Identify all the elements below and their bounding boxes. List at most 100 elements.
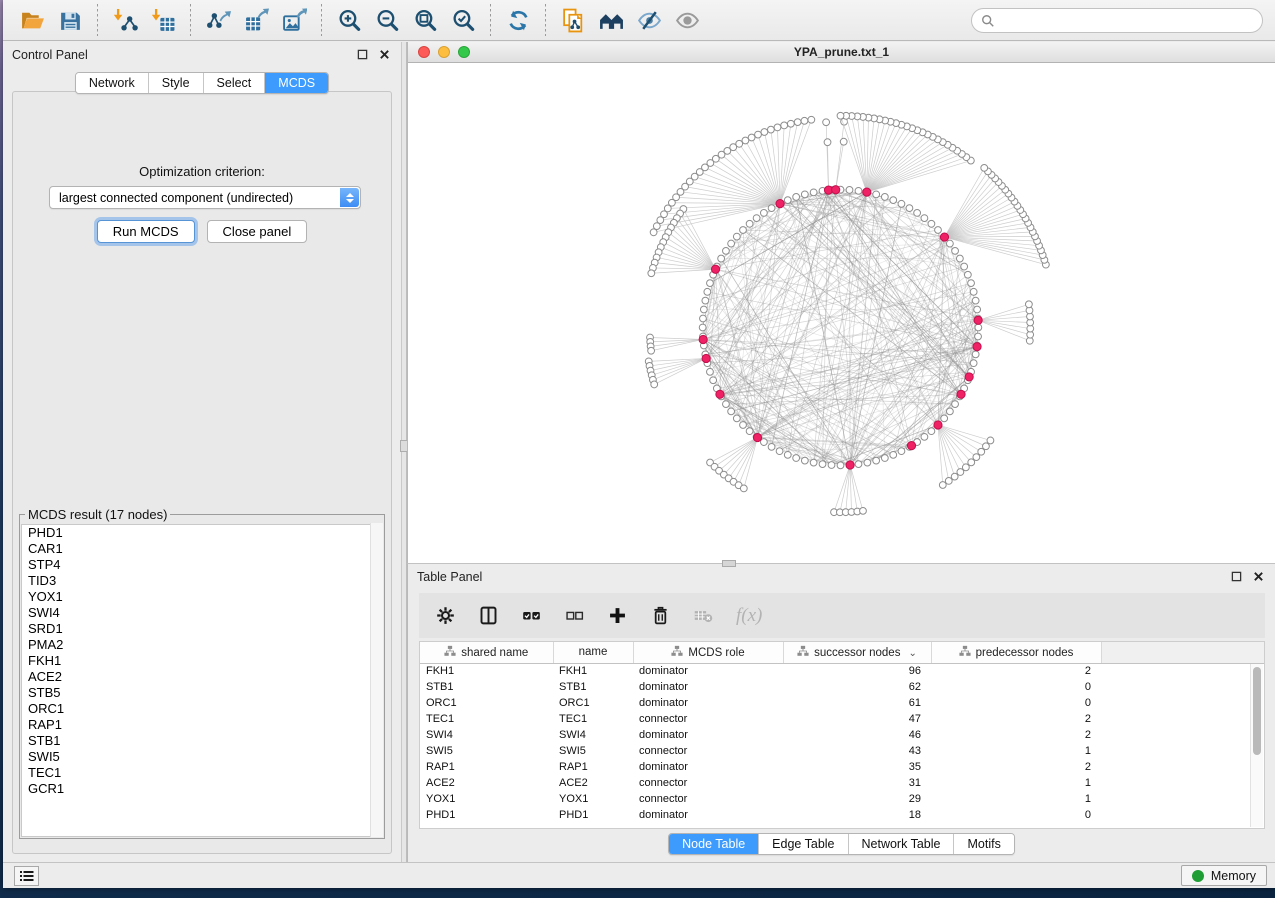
network-node[interactable] — [981, 164, 988, 171]
network-node[interactable] — [983, 443, 990, 450]
mcds-hub-node[interactable] — [716, 390, 724, 398]
mcds-result-item[interactable]: STB1 — [22, 733, 382, 749]
network-node[interactable] — [946, 408, 953, 415]
close-table-panel-icon[interactable] — [1251, 569, 1266, 584]
network-node[interactable] — [810, 459, 817, 466]
network-window-titlebar[interactable]: YPA_prune.txt_1 — [408, 42, 1275, 63]
mcds-result-item[interactable]: TID3 — [22, 573, 382, 589]
network-node[interactable] — [733, 233, 740, 240]
table-cell[interactable]: YOX1 — [553, 791, 633, 807]
import-network-button[interactable] — [106, 3, 144, 37]
mcds-result-item[interactable]: ACE2 — [22, 669, 382, 685]
tab-node-table[interactable]: Node Table — [669, 834, 759, 854]
table-cell[interactable]: 18 — [783, 807, 931, 823]
close-panel-icon[interactable] — [377, 47, 392, 62]
network-node[interactable] — [946, 240, 953, 247]
network-node[interactable] — [945, 478, 952, 485]
network-node[interactable] — [864, 459, 871, 466]
network-node[interactable] — [755, 131, 762, 138]
network-node[interactable] — [740, 485, 747, 492]
network-node[interactable] — [968, 280, 975, 287]
table-cell[interactable]: connector — [633, 791, 783, 807]
mcds-list-scrollbar[interactable] — [370, 523, 383, 837]
network-node[interactable] — [970, 360, 977, 367]
tab-network-table[interactable]: Network Table — [849, 834, 955, 854]
table-cell[interactable]: PHD1 — [553, 807, 633, 823]
network-node[interactable] — [906, 205, 913, 212]
zoom-out-button[interactable] — [368, 3, 406, 37]
mcds-hub-node[interactable] — [965, 373, 973, 381]
column-header-mcds-role[interactable]: MCDS role — [633, 642, 783, 663]
export-network-button[interactable] — [199, 3, 237, 37]
table-row[interactable]: RAP1RAP1dominator352 — [420, 759, 1264, 775]
network-node[interactable] — [648, 270, 655, 277]
mcds-result-item[interactable]: TEC1 — [22, 765, 382, 781]
network-node[interactable] — [972, 351, 979, 358]
table-cell[interactable]: dominator — [633, 759, 783, 775]
table-cell[interactable]: 0 — [931, 695, 1101, 711]
delete-table-button[interactable] — [693, 605, 714, 626]
mcds-hub-node[interactable] — [711, 265, 719, 273]
network-node[interactable] — [964, 271, 971, 278]
add-column-button[interactable] — [607, 605, 628, 626]
export-image-button[interactable] — [275, 3, 313, 37]
network-node[interactable] — [801, 457, 808, 464]
function-builder-button[interactable]: f(x) — [736, 605, 762, 627]
network-node[interactable] — [808, 116, 815, 123]
table-cell[interactable]: SWI5 — [420, 743, 553, 759]
table-cell[interactable] — [1101, 775, 1264, 791]
network-node[interactable] — [952, 401, 959, 408]
close-panel-button[interactable]: Close panel — [207, 220, 308, 243]
table-cell[interactable] — [1101, 759, 1264, 775]
network-node[interactable] — [860, 507, 867, 514]
mcds-hub-node[interactable] — [957, 390, 965, 398]
mcds-hub-node[interactable] — [940, 233, 948, 241]
network-node[interactable] — [700, 315, 707, 322]
network-node[interactable] — [846, 187, 853, 194]
mcds-hub-node[interactable] — [863, 188, 871, 196]
network-node[interactable] — [784, 451, 791, 458]
network-node[interactable] — [753, 215, 760, 222]
network-node[interactable] — [740, 227, 747, 234]
column-header-successor-nodes[interactable]: successor nodes⌄ — [783, 642, 931, 663]
table-row[interactable]: SWI5SWI5connector431 — [420, 743, 1264, 759]
mcds-result-item[interactable]: RAP1 — [22, 717, 382, 733]
mcds-result-item[interactable]: SWI4 — [22, 605, 382, 621]
network-node[interactable] — [824, 139, 831, 146]
network-node[interactable] — [921, 215, 928, 222]
table-cell[interactable]: STB1 — [420, 679, 553, 695]
mcds-hub-node[interactable] — [973, 343, 981, 351]
network-node[interactable] — [962, 464, 969, 471]
table-cell[interactable] — [1101, 663, 1264, 679]
table-cell[interactable]: FKH1 — [553, 663, 633, 679]
mcds-hub-node[interactable] — [934, 421, 942, 429]
table-cell[interactable]: connector — [633, 711, 783, 727]
mcds-hub-node[interactable] — [846, 461, 854, 469]
network-node[interactable] — [768, 205, 775, 212]
network-node[interactable] — [987, 437, 994, 444]
network-node[interactable] — [974, 306, 981, 313]
network-node[interactable] — [952, 247, 959, 254]
table-cell[interactable]: RAP1 — [553, 759, 633, 775]
zoom-in-button[interactable] — [330, 3, 368, 37]
search-box[interactable] — [971, 8, 1263, 33]
table-cell[interactable]: 61 — [783, 695, 931, 711]
table-row[interactable]: FKH1FKH1dominator962 — [420, 663, 1264, 679]
mcds-result-item[interactable]: GCR1 — [22, 781, 382, 797]
network-node[interactable] — [810, 189, 817, 196]
network-node[interactable] — [718, 255, 725, 262]
table-cell[interactable]: SWI4 — [420, 727, 553, 743]
table-cell[interactable]: PHD1 — [420, 807, 553, 823]
network-node[interactable] — [972, 297, 979, 304]
table-cell[interactable]: 2 — [931, 759, 1101, 775]
network-node[interactable] — [760, 210, 767, 217]
network-canvas[interactable] — [408, 63, 1275, 563]
table-options-button[interactable] — [435, 605, 456, 626]
mcds-result-list[interactable]: PHD1CAR1STP4TID3YOX1SWI4SRD1PMA2FKH1ACE2… — [21, 524, 383, 837]
table-cell[interactable] — [1101, 791, 1264, 807]
network-node[interactable] — [650, 229, 657, 236]
table-cell[interactable]: dominator — [633, 679, 783, 695]
mcds-hub-node[interactable] — [907, 442, 915, 450]
network-node[interactable] — [767, 126, 774, 133]
table-cell[interactable]: dominator — [633, 727, 783, 743]
